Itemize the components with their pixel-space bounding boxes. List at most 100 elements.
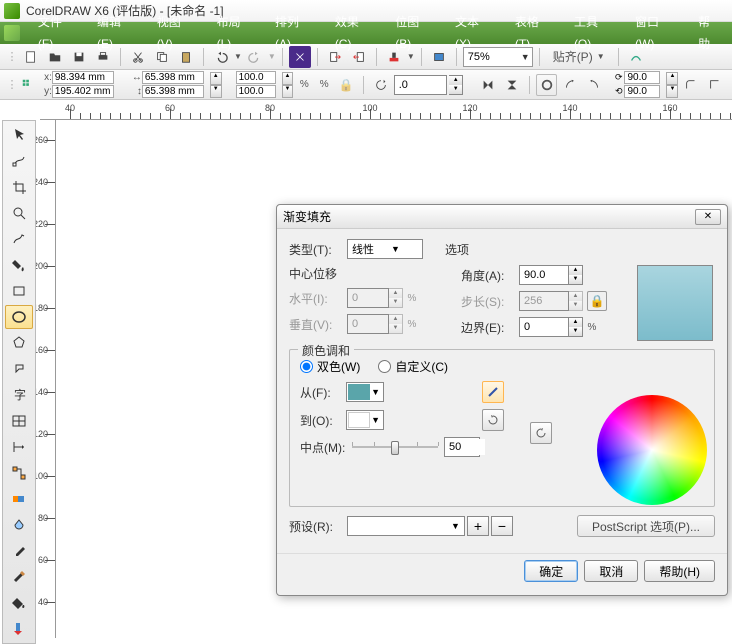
- path-ccw-icon[interactable]: [530, 422, 552, 444]
- redo-icon[interactable]: [244, 46, 266, 68]
- scale-x-input[interactable]: [236, 71, 276, 84]
- y-input[interactable]: [52, 85, 114, 98]
- rotation-input[interactable]: [399, 77, 435, 93]
- zoom-input[interactable]: [468, 49, 518, 65]
- mirror-v-icon[interactable]: [501, 74, 523, 96]
- paste-icon[interactable]: [175, 46, 197, 68]
- toolbar-grip[interactable]: ⋮: [6, 46, 18, 68]
- horizontal-ruler[interactable]: /* populated below */ 406080100120140160: [40, 100, 732, 120]
- crop-tool-icon[interactable]: [5, 175, 33, 199]
- menu-help[interactable]: 帮助: [688, 11, 732, 55]
- angle-input[interactable]: [524, 267, 560, 283]
- preset-input[interactable]: [352, 518, 448, 534]
- eyedropper-tool-icon[interactable]: [5, 539, 33, 563]
- close-icon[interactable]: ✕: [695, 209, 721, 225]
- edge-field[interactable]: [519, 317, 569, 337]
- round-rect-icon[interactable]: [536, 74, 558, 96]
- blend-tool-icon[interactable]: [5, 487, 33, 511]
- basic-shapes-icon[interactable]: [5, 357, 33, 381]
- from-color-button[interactable]: ▼: [346, 382, 384, 402]
- save-icon[interactable]: [68, 46, 90, 68]
- dimension-tool-icon[interactable]: [5, 435, 33, 459]
- smart-fill-icon[interactable]: [5, 253, 33, 277]
- color-wheel[interactable]: [597, 395, 707, 505]
- two-color-radio-input[interactable]: [300, 360, 313, 373]
- ellipse-tool-icon[interactable]: [5, 305, 33, 329]
- ok-button[interactable]: 确定: [524, 560, 578, 582]
- arc-right-icon[interactable]: [583, 74, 605, 96]
- dropdown-arrow-icon[interactable]: ▼: [371, 415, 382, 425]
- custom-radio[interactable]: 自定义(C): [378, 358, 448, 375]
- zoom-combo[interactable]: ▼: [463, 47, 533, 67]
- pick-tool-icon[interactable]: [5, 123, 33, 147]
- dropdown-arrow-icon[interactable]: ▼: [448, 521, 460, 531]
- corner2-input[interactable]: [624, 85, 660, 98]
- launch-icon[interactable]: [428, 46, 450, 68]
- dropdown-arrow-icon[interactable]: ▼: [518, 52, 530, 62]
- scale-spinner[interactable]: ▲▼: [282, 72, 294, 98]
- undo-icon[interactable]: [210, 46, 232, 68]
- vertical-ruler[interactable]: 260240220200180160140120100806040: [36, 120, 56, 638]
- rotation-spinner[interactable]: ▲▼: [449, 75, 463, 95]
- dialog-titlebar[interactable]: 渐变填充 ✕: [277, 205, 727, 229]
- to-color-button[interactable]: ▼: [346, 410, 384, 430]
- x-input[interactable]: [52, 71, 114, 84]
- dropdown-arrow-icon[interactable]: ▼: [371, 387, 382, 397]
- publish-icon[interactable]: [383, 46, 405, 68]
- angle-field[interactable]: [519, 265, 569, 285]
- new-icon[interactable]: [20, 46, 42, 68]
- lock-ratio-icon[interactable]: 🔒: [335, 74, 357, 96]
- edge-input[interactable]: [524, 319, 560, 335]
- preset-combo[interactable]: ▼: [347, 516, 465, 536]
- midpoint-input[interactable]: [449, 439, 485, 455]
- arc-left-icon[interactable]: [559, 74, 581, 96]
- export-icon[interactable]: [348, 46, 370, 68]
- lock-icon[interactable]: 🔒: [587, 291, 607, 311]
- angle-spinner[interactable]: ▲▼: [569, 265, 583, 285]
- edge-spinner[interactable]: ▲▼: [569, 317, 583, 337]
- type-input[interactable]: [352, 241, 388, 257]
- two-color-radio[interactable]: 双色(W): [300, 358, 360, 375]
- cut-icon[interactable]: [127, 46, 149, 68]
- mirror-h-icon[interactable]: [477, 74, 499, 96]
- corner-spinner[interactable]: ▲▼: [666, 72, 678, 98]
- shape-tool-icon[interactable]: [5, 149, 33, 173]
- corner-icon-b[interactable]: [704, 74, 726, 96]
- search-icon[interactable]: [289, 46, 311, 68]
- open-icon[interactable]: [44, 46, 66, 68]
- width-input[interactable]: [142, 71, 204, 84]
- text-tool-icon[interactable]: 字: [5, 383, 33, 407]
- postscript-button[interactable]: PostScript 选项(P)...: [577, 515, 715, 537]
- rotation-field[interactable]: [394, 75, 448, 95]
- corner1-input[interactable]: [624, 71, 660, 84]
- preset-add-button[interactable]: +: [467, 516, 489, 536]
- freehand-tool-icon[interactable]: [5, 227, 33, 251]
- midpoint-slider[interactable]: [352, 438, 438, 456]
- fill-tool-icon[interactable]: [5, 591, 33, 615]
- print-icon[interactable]: [92, 46, 114, 68]
- rectangle-tool-icon[interactable]: [5, 279, 33, 303]
- preset-remove-button[interactable]: −: [491, 516, 513, 536]
- midpoint-field[interactable]: [444, 437, 480, 457]
- interactive-fill-icon[interactable]: [5, 617, 33, 641]
- corner-icon-a[interactable]: [680, 74, 702, 96]
- path-cw-icon[interactable]: [482, 409, 504, 431]
- outline-tool-icon[interactable]: [5, 565, 33, 589]
- import-icon[interactable]: [324, 46, 346, 68]
- height-input[interactable]: [142, 85, 204, 98]
- zoom-tool-icon[interactable]: [5, 201, 33, 225]
- custom-radio-input[interactable]: [378, 360, 391, 373]
- table-tool-icon[interactable]: [5, 409, 33, 433]
- connector-tool-icon[interactable]: [5, 461, 33, 485]
- snap-button[interactable]: 贴齐(P) ▼: [546, 46, 612, 68]
- transparency-tool-icon[interactable]: [5, 513, 33, 537]
- copy-icon[interactable]: [151, 46, 173, 68]
- cancel-button[interactable]: 取消: [584, 560, 638, 582]
- scale-y-input[interactable]: [236, 85, 276, 98]
- polygon-tool-icon[interactable]: [5, 331, 33, 355]
- options-icon[interactable]: [625, 46, 647, 68]
- slider-thumb[interactable]: [391, 441, 399, 455]
- path-straight-icon[interactable]: [482, 381, 504, 403]
- size-spinner[interactable]: ▲▼: [210, 72, 222, 98]
- help-button[interactable]: 帮助(H): [644, 560, 715, 582]
